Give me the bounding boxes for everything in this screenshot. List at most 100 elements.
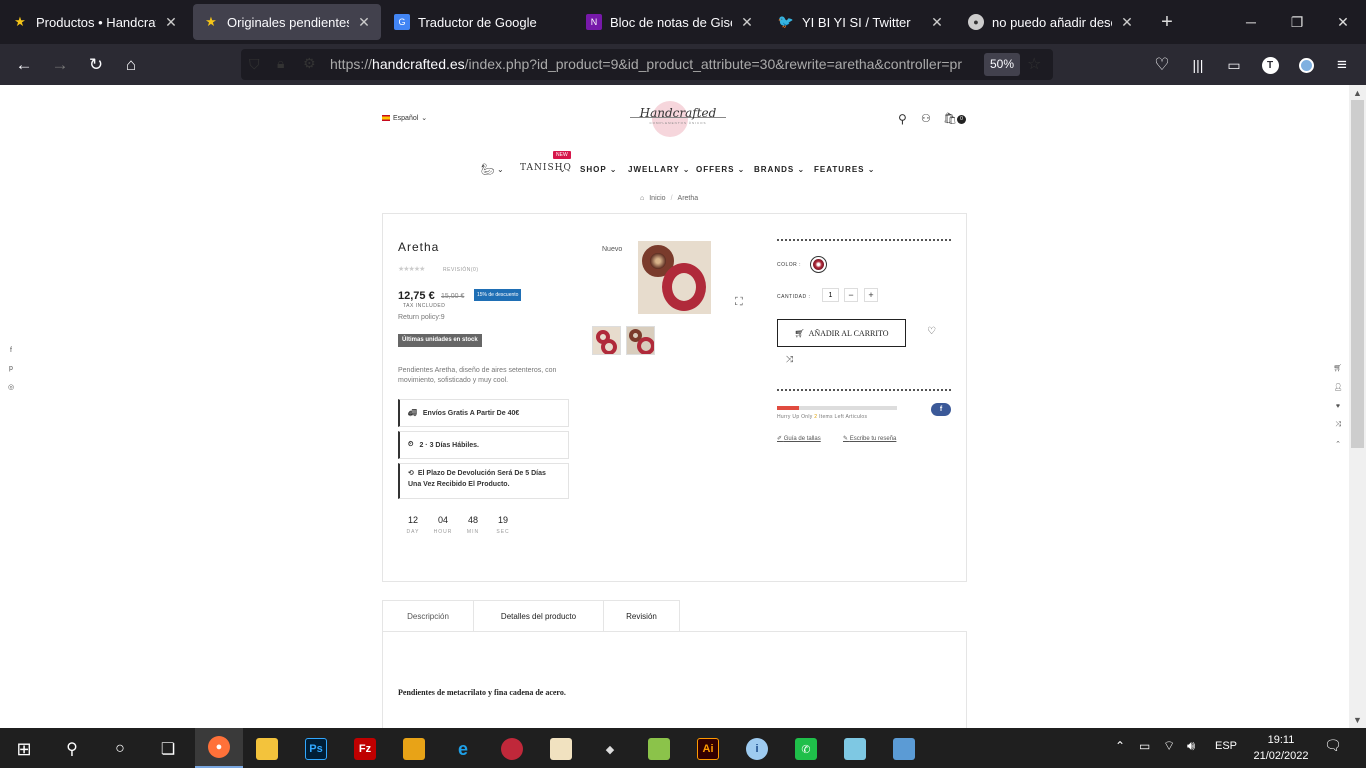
close-tab-icon[interactable]: ✕	[930, 14, 944, 31]
bookmark-star-icon[interactable]: ☆	[1027, 54, 1041, 74]
facebook-icon[interactable]: f	[4, 343, 18, 357]
profile-avatar[interactable]: T	[1255, 50, 1285, 80]
pocket-icon[interactable]: ♡	[1147, 50, 1177, 80]
size-guide-link[interactable]: ✐ Guía de tallas	[777, 435, 821, 442]
user-icon[interactable]: ⚇	[921, 112, 931, 125]
filezilla-icon[interactable]: Fz	[345, 732, 385, 766]
instagram-icon[interactable]: ◎	[4, 380, 18, 394]
tab-traductor[interactable]: G Traductor de Google	[384, 4, 572, 40]
menu-jwellary[interactable]: JWELLARY ⌄	[628, 165, 691, 174]
phone-app-icon[interactable]: ✆	[786, 732, 826, 766]
shield-icon[interactable]: ⛉	[249, 56, 260, 73]
swan-logo-icon[interactable]: 🦢︎	[481, 163, 495, 176]
product-thumbnail[interactable]	[626, 326, 655, 355]
tab-descripcion[interactable]: Descripción	[382, 600, 474, 632]
inkscape-icon[interactable]: ◆	[590, 732, 630, 766]
tab-prestashop[interactable]: ● no puedo añadir descripc ✕	[958, 4, 1144, 40]
tab-detalles[interactable]: Detalles del producto	[473, 600, 604, 632]
sticky-heart-icon[interactable]: ♥	[1331, 399, 1345, 413]
app-green-icon[interactable]	[639, 732, 679, 766]
forward-button[interactable]: →	[45, 50, 75, 80]
reload-button[interactable]: ↻	[81, 50, 111, 80]
close-tab-icon[interactable]: ✕	[740, 14, 754, 31]
tab-onenote[interactable]: N Bloc de notas de Gisela - ✕	[576, 4, 764, 40]
close-window-button[interactable]: ✕	[1328, 8, 1358, 36]
minimize-button[interactable]: ─	[1236, 8, 1266, 36]
close-tab-icon[interactable]: ✕	[357, 14, 371, 31]
battery-icon[interactable]: ▭	[1139, 739, 1150, 753]
sticky-user-icon[interactable]: 👤︎	[1331, 380, 1345, 394]
cart-icon[interactable]: 🛍︎	[943, 112, 957, 125]
permissions-icon[interactable]: ⚙︎	[303, 55, 316, 72]
url-bar[interactable]: ⛉ 🔒︎ ⚙︎ https://handcrafted.es/index.php…	[241, 49, 1053, 80]
search-icon[interactable]: ⚲	[52, 732, 92, 766]
document-app-icon[interactable]	[541, 732, 581, 766]
photoshop-icon[interactable]: Ps	[296, 732, 336, 766]
compare-shuffle-icon[interactable]: ⤨	[786, 354, 793, 365]
wifi-icon[interactable]: ⌔	[1163, 738, 1175, 754]
breadcrumb-home[interactable]: Inicio	[649, 195, 665, 202]
windows-start-icon[interactable]: ⊞	[4, 732, 44, 766]
media-player-icon[interactable]	[492, 732, 532, 766]
product-main-image[interactable]	[638, 241, 711, 314]
scrollbar-thumb[interactable]	[1351, 100, 1364, 448]
firefox-icon[interactable]: ●	[195, 728, 243, 768]
file-explorer-icon[interactable]	[247, 732, 287, 766]
menu-brands[interactable]: BRANDS ⌄	[754, 165, 805, 174]
clock[interactable]: 19:11 21/02/2022	[1250, 732, 1312, 764]
restore-button[interactable]: ❐	[1282, 8, 1312, 36]
sidebar-icon[interactable]: ▭	[1219, 50, 1249, 80]
notepad-app-icon[interactable]	[835, 732, 875, 766]
volume-icon[interactable]: 🔊︎	[1187, 738, 1195, 754]
add-to-cart-button[interactable]: 🛒︎ AÑADIR AL CARRITO	[777, 319, 906, 347]
home-button[interactable]: ⌂	[116, 50, 146, 80]
menu-offers[interactable]: OFFERS ⌄	[696, 165, 745, 174]
show-hidden-icons[interactable]: ⌃	[1115, 739, 1125, 753]
scroll-top-icon[interactable]: ⌃	[1331, 437, 1345, 451]
menu-shop[interactable]: SHOP ⌄	[580, 165, 617, 174]
review-count[interactable]: REVISIÓN(0)	[443, 267, 479, 273]
sticky-cart-icon[interactable]: 🛒︎	[1331, 361, 1345, 375]
illustrator-icon[interactable]: Ai	[688, 732, 728, 766]
paint-app-icon[interactable]	[884, 732, 924, 766]
product-thumbnail[interactable]	[592, 326, 621, 355]
quantity-decrease-button[interactable]: −	[844, 288, 858, 302]
wishlist-heart-icon[interactable]: ♡	[927, 326, 936, 337]
close-tab-icon[interactable]: ✕	[1120, 14, 1134, 31]
back-button[interactable]: ←	[9, 50, 39, 80]
menu-icon[interactable]: ≡	[1327, 50, 1357, 80]
zoom-indicator[interactable]: 50%	[984, 53, 1021, 76]
write-review-link[interactable]: ✎ Escribe tu reseña	[843, 435, 896, 442]
internet-explorer-icon[interactable]: e	[443, 732, 483, 766]
notifications-icon[interactable]: 🗨︎	[1324, 737, 1342, 754]
tab-productos[interactable]: ★ Productos • Handcrafted ✕	[2, 4, 188, 40]
scroll-up-arrow[interactable]: ▲	[1352, 88, 1363, 98]
url-text[interactable]: https://handcrafted.es/index.php?id_prod…	[330, 56, 970, 72]
lock-icon[interactable]: 🔒︎	[277, 55, 284, 72]
language-indicator[interactable]: ESP	[1215, 740, 1237, 752]
close-tab-icon[interactable]: ✕	[164, 14, 178, 31]
new-tab-button[interactable]: +	[1152, 8, 1182, 36]
fullscreen-icon[interactable]: ⛶	[735, 296, 743, 309]
quantity-input[interactable]	[822, 288, 839, 302]
task-view-icon[interactable]: ❏	[148, 732, 188, 766]
tab-revision[interactable]: Revisión	[603, 600, 680, 632]
language-selector[interactable]: Español ⌄	[382, 114, 427, 122]
tab-twitter[interactable]: 🐦 YI BI YI SI / Twitter ✕	[768, 4, 954, 40]
sticky-compare-icon[interactable]: ⤨	[1331, 418, 1345, 432]
tab-originales-pendientes[interactable]: ★ Originales pendientes Are ✕	[193, 4, 381, 40]
search-icon[interactable]: ⚲	[898, 112, 907, 126]
color-swatch[interactable]	[810, 256, 827, 273]
scroll-down-arrow[interactable]: ▼	[1352, 715, 1363, 725]
menu-features[interactable]: FEATURES ⌄	[814, 165, 875, 174]
archive-icon[interactable]	[394, 732, 434, 766]
cortana-icon[interactable]: ○	[100, 732, 140, 766]
library-icon[interactable]: |||	[1183, 50, 1213, 80]
quantity-increase-button[interactable]: +	[864, 288, 878, 302]
info-app-icon[interactable]: i	[737, 732, 777, 766]
extension-icon[interactable]	[1291, 50, 1321, 80]
site-logo[interactable]: Handcrafted COMPLEMENTOS ÚNICOS	[628, 99, 728, 137]
countdown-value: 04	[437, 515, 448, 525]
pinterest-icon[interactable]: p	[4, 361, 18, 375]
facebook-share-icon[interactable]: f	[931, 403, 951, 416]
